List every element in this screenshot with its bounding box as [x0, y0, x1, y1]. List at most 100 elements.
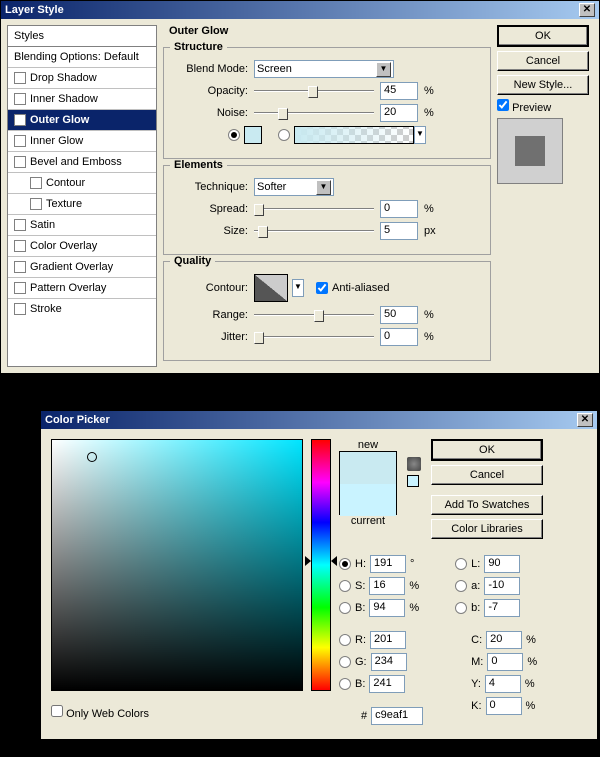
r-input[interactable]: 201	[370, 631, 406, 649]
g-input[interactable]: 234	[371, 653, 407, 671]
cancel-button[interactable]: Cancel	[497, 51, 589, 71]
style-stroke[interactable]: Stroke	[8, 299, 156, 319]
checkbox-icon[interactable]	[14, 282, 26, 294]
jitter-input[interactable]: 0	[380, 328, 418, 346]
spread-slider[interactable]	[254, 202, 374, 216]
color-field[interactable]	[51, 439, 303, 691]
ls-titlebar[interactable]: Layer Style ✕	[1, 1, 599, 19]
m-input[interactable]: 0	[487, 653, 523, 671]
size-slider[interactable]	[254, 224, 374, 238]
glow-color-swatch[interactable]	[244, 126, 262, 144]
checkbox-icon[interactable]: ✓	[14, 114, 26, 126]
add-swatches-button[interactable]: Add To Swatches	[431, 495, 543, 515]
hue-slider[interactable]	[311, 439, 331, 691]
close-icon[interactable]: ✕	[577, 413, 593, 427]
style-texture[interactable]: Texture	[8, 194, 156, 215]
l-input[interactable]: 90	[484, 555, 520, 573]
style-drop-shadow[interactable]: Drop Shadow	[8, 68, 156, 89]
glow-gradient-radio[interactable]	[278, 129, 290, 141]
glow-color-radio[interactable]	[228, 129, 240, 141]
a-radio[interactable]	[455, 580, 467, 592]
s-input[interactable]: 16	[369, 577, 405, 595]
style-pattern-overlay[interactable]: Pattern Overlay	[8, 278, 156, 299]
lab-b-input[interactable]: -7	[484, 599, 520, 617]
ok-button[interactable]: OK	[497, 25, 589, 47]
g-radio[interactable]	[339, 656, 351, 668]
new-color-swatch[interactable]	[340, 452, 396, 484]
c-input[interactable]: 20	[486, 631, 522, 649]
y-input[interactable]: 4	[485, 675, 521, 693]
chevron-down-icon: ▼	[316, 180, 331, 195]
current-color-label: current	[339, 515, 397, 527]
noise-slider[interactable]	[254, 106, 374, 120]
r-radio[interactable]	[339, 634, 351, 646]
close-icon[interactable]: ✕	[579, 3, 595, 17]
checkbox-icon[interactable]	[14, 261, 26, 273]
styles-header[interactable]: Styles	[8, 26, 156, 47]
b-radio[interactable]	[339, 602, 351, 614]
range-slider[interactable]	[254, 308, 374, 322]
style-gradient-overlay[interactable]: Gradient Overlay	[8, 257, 156, 278]
checkbox-icon[interactable]	[30, 177, 42, 189]
outer-glow-options: Outer Glow Structure Blend Mode: Screen …	[163, 25, 491, 367]
b-input[interactable]: 94	[369, 599, 405, 617]
h-radio[interactable]	[339, 558, 351, 570]
anti-alias-checkbox[interactable]	[316, 282, 328, 294]
lab-b-radio[interactable]	[455, 602, 467, 614]
a-input[interactable]: -10	[484, 577, 520, 595]
style-inner-glow[interactable]: Inner Glow	[8, 131, 156, 152]
checkbox-icon[interactable]	[14, 240, 26, 252]
structure-legend: Structure	[170, 41, 227, 53]
k-input[interactable]: 0	[486, 697, 522, 715]
range-input[interactable]: 50	[380, 306, 418, 324]
contour-dropdown-arrow[interactable]: ▼	[292, 279, 304, 297]
checkbox-icon[interactable]	[14, 93, 26, 105]
ls-title: Layer Style	[5, 4, 64, 16]
s-radio[interactable]	[339, 580, 351, 592]
current-color-swatch[interactable]	[340, 484, 396, 516]
style-inner-shadow[interactable]: Inner Shadow	[8, 89, 156, 110]
checkbox-icon[interactable]	[14, 72, 26, 84]
gradient-dropdown-arrow[interactable]: ▼	[414, 126, 426, 144]
cube-icon[interactable]	[407, 457, 421, 471]
blend-mode-dropdown[interactable]: Screen ▼	[254, 60, 394, 78]
color-libraries-button[interactable]: Color Libraries	[431, 519, 543, 539]
contour-swatch[interactable]	[254, 274, 288, 302]
h-input[interactable]: 191	[370, 555, 406, 573]
checkbox-icon[interactable]	[14, 219, 26, 231]
cp-titlebar[interactable]: Color Picker ✕	[41, 411, 597, 429]
cp-ok-button[interactable]: OK	[431, 439, 543, 461]
websafe-swatch[interactable]	[407, 475, 419, 487]
opacity-slider[interactable]	[254, 84, 374, 98]
checkbox-icon[interactable]	[30, 198, 42, 210]
style-contour[interactable]: Contour	[8, 173, 156, 194]
only-web-checkbox[interactable]	[51, 705, 63, 717]
size-input[interactable]: 5	[380, 222, 418, 240]
jitter-slider[interactable]	[254, 330, 374, 344]
hex-input[interactable]: c9eaf1	[371, 707, 423, 725]
cp-title: Color Picker	[45, 414, 110, 426]
spread-input[interactable]: 0	[380, 200, 418, 218]
size-label: Size:	[172, 225, 254, 237]
style-outer-glow[interactable]: ✓Outer Glow	[8, 110, 156, 131]
checkbox-icon[interactable]	[14, 156, 26, 168]
l-radio[interactable]	[455, 558, 467, 570]
preview-label: Preview	[512, 102, 551, 114]
technique-dropdown[interactable]: Softer ▼	[254, 178, 334, 196]
checkbox-icon[interactable]	[14, 135, 26, 147]
noise-input[interactable]: 20	[380, 104, 418, 122]
glow-gradient-swatch[interactable]	[294, 126, 414, 144]
style-color-overlay[interactable]: Color Overlay	[8, 236, 156, 257]
blending-options[interactable]: Blending Options: Default	[8, 47, 156, 68]
new-style-button[interactable]: New Style...	[497, 75, 589, 95]
style-bevel-emboss[interactable]: Bevel and Emboss	[8, 152, 156, 173]
cp-cancel-button[interactable]: Cancel	[431, 465, 543, 485]
checkbox-icon[interactable]	[14, 303, 26, 315]
style-satin[interactable]: Satin	[8, 215, 156, 236]
b2-radio[interactable]	[339, 678, 351, 690]
elements-legend: Elements	[170, 159, 227, 171]
contour-label: Contour:	[172, 282, 254, 294]
b2-input[interactable]: 241	[369, 675, 405, 693]
opacity-input[interactable]: 45	[380, 82, 418, 100]
preview-checkbox[interactable]	[497, 99, 509, 111]
